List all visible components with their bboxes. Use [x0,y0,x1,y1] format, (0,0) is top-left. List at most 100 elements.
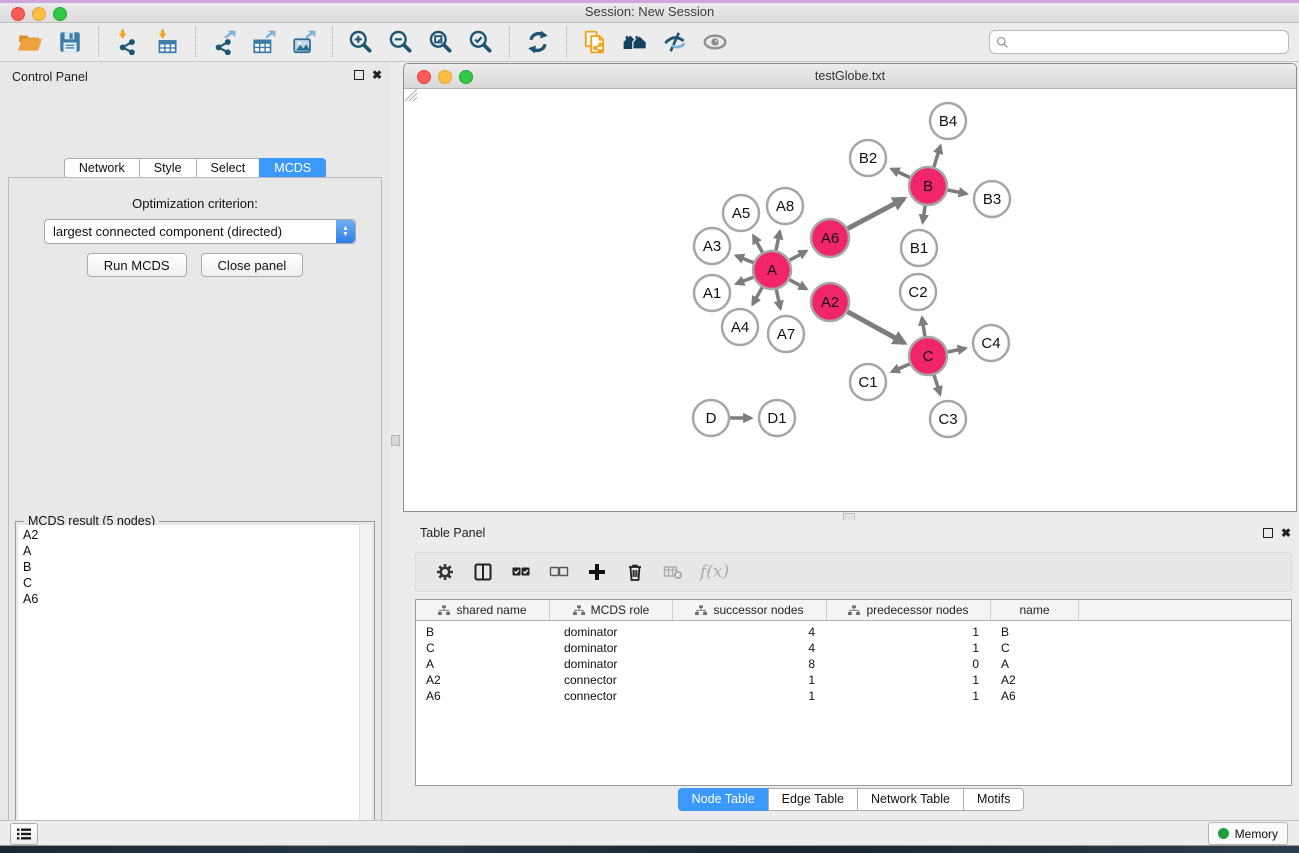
graph-edge-A-A5[interactable] [753,236,762,253]
split-panel-icon[interactable] [469,558,497,586]
cell-name[interactable]: B [991,625,1079,639]
graph-node-B3[interactable]: B3 [974,181,1010,217]
open-session-icon[interactable] [15,27,45,57]
graph-edge-C-C2[interactable] [922,318,925,337]
column-header-successor_nodes[interactable]: successor nodes [673,600,827,620]
graph-node-A1[interactable]: A1 [694,275,730,311]
cell-mcds_role[interactable]: connector [550,673,673,687]
add-column-icon[interactable] [583,558,611,586]
table-row[interactable]: A2connector11A2 [416,672,1291,688]
tab-mcds[interactable]: MCDS [259,158,326,179]
window-resize-grip[interactable] [405,89,418,102]
float-table-panel-icon[interactable] [1263,528,1273,538]
home-view-icon[interactable] [620,27,650,57]
graph-node-D1[interactable]: D1 [759,400,795,436]
graph-node-A3[interactable]: A3 [694,228,730,264]
graph-node-A7[interactable]: A7 [768,316,804,352]
cell-successor_nodes[interactable]: 8 [673,657,827,671]
cell-shared_name[interactable]: C [416,641,550,655]
export-table-icon[interactable] [249,27,279,57]
graph-node-A[interactable]: A [753,251,791,289]
cell-shared_name[interactable]: B [416,625,550,639]
graph-edge-C-C1[interactable] [892,364,910,372]
close-panel-button[interactable]: Close panel [201,253,304,277]
network-canvas[interactable]: B4B2BB3A8A5A6A3B1AA1C2A2A4A7C4CC1C3DD1 [405,89,1295,510]
tab-edge-table[interactable]: Edge Table [768,788,858,811]
cell-predecessor_nodes[interactable]: 0 [827,657,991,671]
hide-graphics-details-icon[interactable] [660,27,690,57]
search-input[interactable] [989,30,1289,54]
import-network-icon[interactable] [112,27,142,57]
clone-network-icon[interactable] [580,27,610,57]
cell-mcds_role[interactable]: dominator [550,657,673,671]
cell-predecessor_nodes[interactable]: 1 [827,673,991,687]
result-item[interactable]: C [18,575,360,591]
divider-grip[interactable] [391,435,400,446]
cell-shared_name[interactable]: A [416,657,550,671]
graph-node-A4[interactable]: A4 [722,309,758,345]
graph-edge-B-B1[interactable] [923,206,925,223]
graph-node-A5[interactable]: A5 [723,195,759,231]
tab-select[interactable]: Select [196,158,261,179]
cell-shared_name[interactable]: A6 [416,689,550,703]
column-header-name[interactable]: name [991,600,1079,620]
save-session-icon[interactable] [55,27,85,57]
minimize-window-button[interactable] [32,7,46,21]
graph-edge-B-B2[interactable] [892,169,910,178]
result-item[interactable]: A [18,543,360,559]
import-table-icon[interactable] [152,27,182,57]
zoom-in-icon[interactable] [346,27,376,57]
graph-node-B[interactable]: B [909,167,947,205]
cell-mcds_role[interactable]: connector [550,689,673,703]
result-item[interactable]: A2 [18,527,360,543]
refresh-layout-icon[interactable] [523,27,553,57]
graph-node-B2[interactable]: B2 [850,140,886,176]
run-mcds-button[interactable]: Run MCDS [87,253,187,277]
result-item[interactable]: A6 [18,591,360,607]
cell-shared_name[interactable]: A2 [416,673,550,687]
cell-successor_nodes[interactable]: 4 [673,625,827,639]
cell-successor_nodes[interactable]: 1 [673,689,827,703]
close-table-panel-icon[interactable]: ✖ [1281,528,1291,538]
tab-network[interactable]: Network [64,158,140,179]
optimization-criterion-select[interactable]: largest connected component (directed) ▲… [44,219,356,244]
table-row[interactable]: Cdominator41C [416,640,1291,656]
zoom-fit-icon[interactable] [426,27,456,57]
graph-edge-B-B4[interactable] [934,146,941,167]
task-history-button[interactable] [10,823,38,845]
graph-edge-A-A2[interactable] [790,280,807,289]
tab-style[interactable]: Style [139,158,197,179]
settings-gear-icon[interactable] [431,558,459,586]
zoom-window-button[interactable] [53,7,67,21]
tab-network-table[interactable]: Network Table [857,788,964,811]
graph-node-C[interactable]: C [909,337,947,375]
cell-mcds_role[interactable]: dominator [550,641,673,655]
table-row[interactable]: A6connector11A6 [416,688,1291,704]
cell-name[interactable]: C [991,641,1079,655]
delete-columns-icon[interactable] [621,558,649,586]
graph-edge-A6-B[interactable] [848,199,904,229]
tab-node-table[interactable]: Node Table [678,788,769,811]
cell-name[interactable]: A [991,657,1079,671]
close-panel-icon[interactable]: ✖ [372,70,382,80]
graph-edge-C-C3[interactable] [934,375,940,394]
cell-predecessor_nodes[interactable]: 1 [827,641,991,655]
graph-node-D[interactable]: D [693,400,729,436]
cell-name[interactable]: A6 [991,689,1079,703]
network-window-titlebar[interactable]: testGlobe.txt [404,64,1296,89]
graph-node-B4[interactable]: B4 [930,103,966,139]
result-item[interactable]: B [18,559,360,575]
result-scrollbar[interactable] [359,525,372,853]
export-image-icon[interactable] [289,27,319,57]
tab-motifs[interactable]: Motifs [963,788,1024,811]
graph-node-A2[interactable]: A2 [811,283,849,321]
deselect-all-columns-icon[interactable] [545,558,573,586]
graph-edge-A-A3[interactable] [736,256,753,263]
select-all-columns-icon[interactable] [507,558,535,586]
table-row[interactable]: Adominator80A [416,656,1291,672]
export-network-icon[interactable] [209,27,239,57]
column-header-predecessor_nodes[interactable]: predecessor nodes [827,600,991,620]
graph-node-A8[interactable]: A8 [767,188,803,224]
graph-node-C1[interactable]: C1 [850,364,886,400]
graph-node-B1[interactable]: B1 [901,230,937,266]
